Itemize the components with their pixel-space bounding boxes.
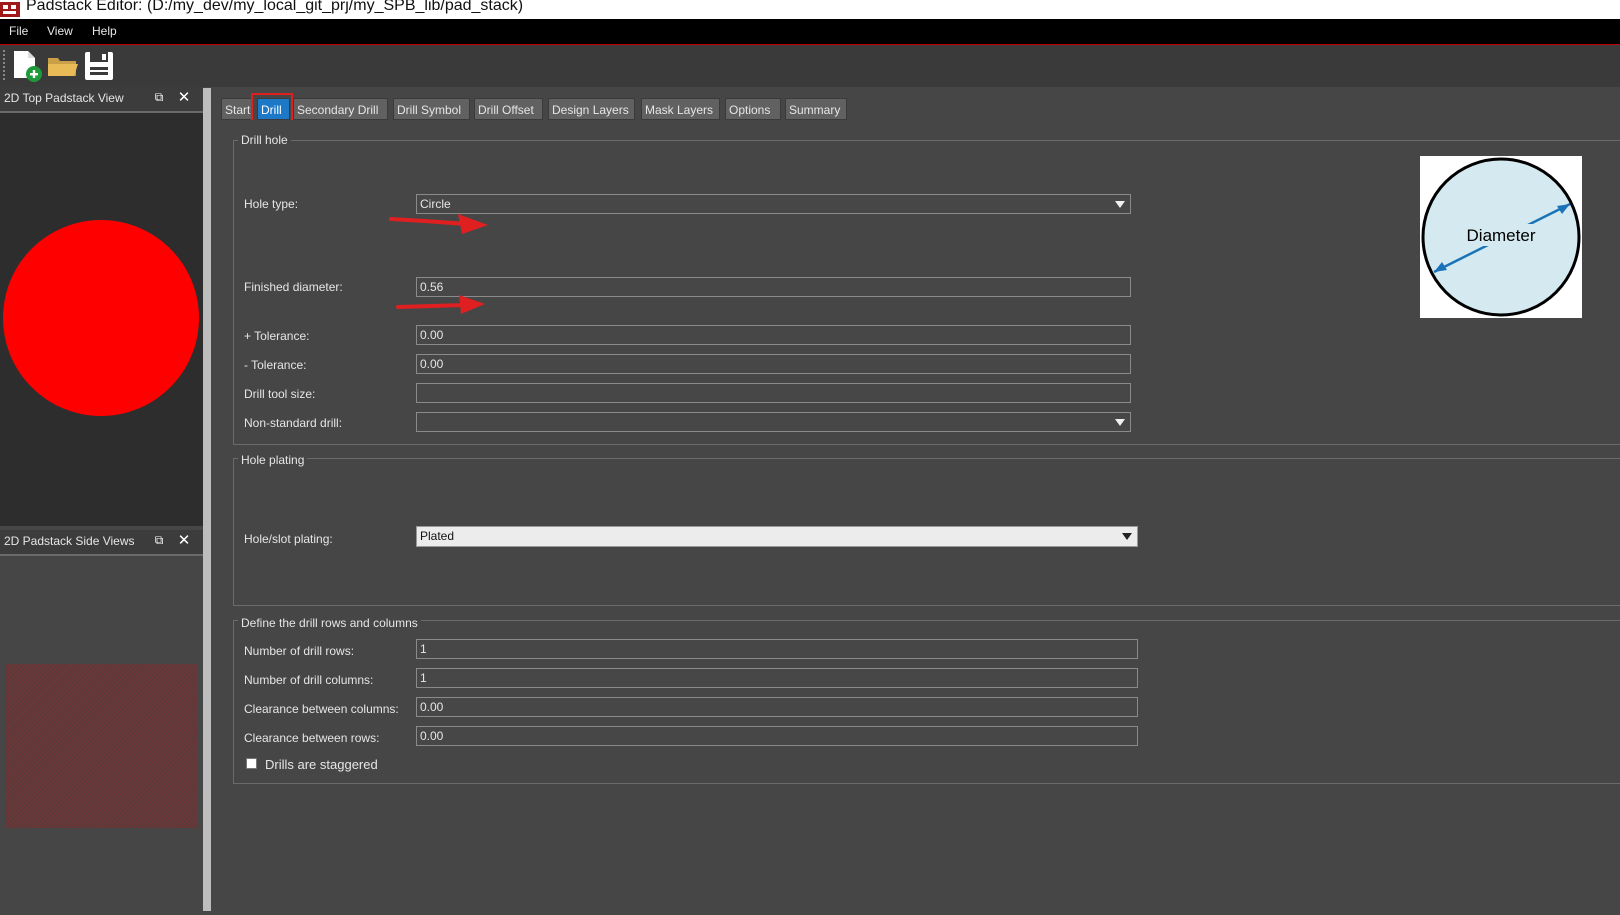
plating-select[interactable]: Plated [416,526,1138,547]
minus-tolerance-label: - Tolerance: [244,358,307,372]
side-preview [5,664,198,828]
clearance-rows-input[interactable]: 0.00 [416,726,1138,746]
title-bar: Padstack Editor: (D:/my_dev/my_local_git… [0,0,1620,19]
chevron-down-icon [1115,201,1125,208]
hole-plating-title: Hole plating [238,453,308,467]
chevron-down-icon [1122,533,1132,540]
chevron-down-icon [1115,419,1125,426]
drill-tool-size-label: Drill tool size: [244,387,316,401]
plating-label: Hole/slot plating: [244,532,333,546]
clearance-cols-value: 0.00 [420,700,444,714]
plating-value: Plated [420,529,455,543]
cols-value: 1 [420,671,427,685]
tab-secondary-drill[interactable]: Secondary Drill [293,98,388,120]
save-icon[interactable] [82,48,116,84]
drill-tool-size-input[interactable] [416,383,1131,403]
app-icon [0,2,20,17]
non-standard-drill-select[interactable] [416,412,1131,432]
float-icon[interactable]: ⧉ [152,533,166,547]
tab-drill-symbol[interactable]: Drill Symbol [393,98,470,120]
diameter-diagram: Diameter [1420,156,1582,318]
dock-splitter[interactable] [203,88,211,911]
float-icon[interactable]: ⧉ [152,90,166,104]
side-layer-block [5,664,198,828]
top-padstack-view [0,113,203,526]
tab-options[interactable]: Options [725,98,781,120]
pad-circle [3,220,199,416]
rows-input[interactable]: 1 [416,639,1138,659]
tab-design-layers[interactable]: Design Layers [548,98,635,120]
non-standard-drill-label: Non-standard drill: [244,416,343,430]
finished-diameter-label: Finished diameter: [244,280,343,294]
plus-tolerance-input[interactable]: 0.00 [416,325,1131,345]
plus-tolerance-value: 0.00 [420,328,444,342]
tab-start[interactable]: Start [221,98,253,120]
annotation-arrow [396,295,485,314]
minus-tolerance-input[interactable]: 0.00 [416,354,1131,374]
finished-diameter-value: 0.56 [420,280,444,294]
toolbar-grip [3,50,7,80]
drill-rows-title: Define the drill rows and columns [238,616,421,630]
menu-view[interactable]: View [47,24,73,38]
annotation-arrow [389,214,488,234]
cols-input[interactable]: 1 [416,668,1138,688]
staggered-label: Drills are staggered [265,757,378,772]
diameter-label: Diameter [1467,226,1536,245]
open-folder-icon[interactable] [46,48,80,84]
clearance-rows-label: Clearance between rows: [244,731,380,745]
clearance-rows-value: 0.00 [420,729,444,743]
top-view-title: 2D Top Padstack View [4,91,124,105]
close-icon[interactable]: ✕ [177,90,191,105]
toolbar [0,45,1620,87]
window-title: Padstack Editor: (D:/my_dev/my_local_git… [26,0,524,14]
hole-type-label: Hole type: [244,197,299,211]
minus-tolerance-value: 0.00 [420,357,444,371]
drill-hole-title: Drill hole [238,133,291,147]
pad-preview [3,220,199,416]
staggered-checkbox[interactable] [246,758,257,769]
tab-drill-offset[interactable]: Drill Offset [474,98,543,120]
close-icon[interactable]: ✕ [177,533,191,548]
rows-label: Number of drill rows: [244,644,355,658]
cols-label: Number of drill columns: [244,673,374,687]
clearance-cols-input[interactable]: 0.00 [416,697,1138,717]
side-view-title: 2D Padstack Side Views [4,534,135,548]
menu-file[interactable]: File [9,24,28,38]
hole-type-select[interactable]: Circle [416,194,1131,214]
clearance-cols-label: Clearance between columns: [244,702,399,716]
new-file-icon[interactable] [10,48,44,84]
tab-summary[interactable]: Summary [785,98,847,120]
finished-diameter-input[interactable]: 0.56 [416,277,1131,297]
tab-mask-layers[interactable]: Mask Layers [641,98,720,120]
plus-tolerance-label: + Tolerance: [244,329,310,343]
rows-value: 1 [420,642,427,656]
top-view-dock-title: 2D Top Padstack View ⧉ ✕ [0,87,203,113]
side-view-dock-title: 2D Padstack Side Views ⧉ ✕ [0,530,203,556]
menu-bar [0,19,1620,45]
side-padstack-view [0,558,203,911]
menu-help[interactable]: Help [92,24,117,38]
